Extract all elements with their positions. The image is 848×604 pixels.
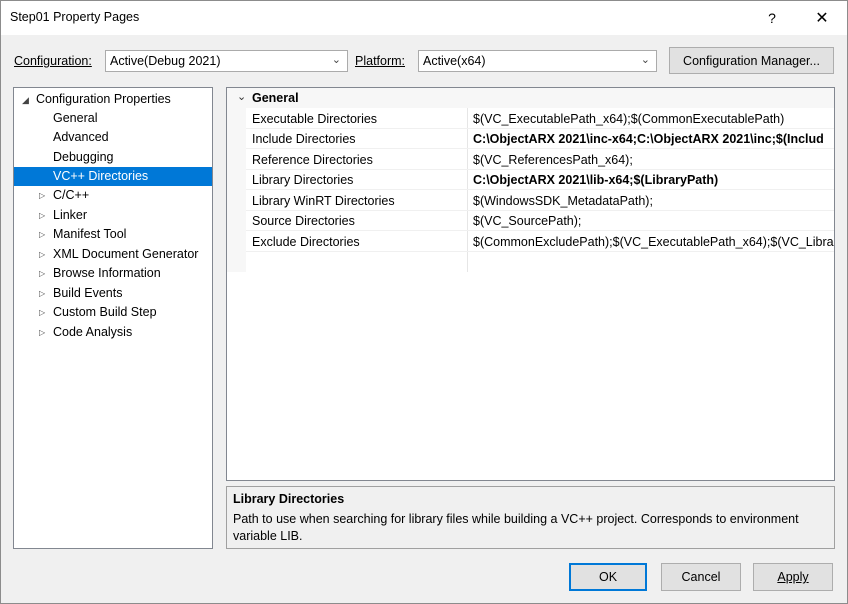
tree-item-configuration-properties[interactable]: ◢ Configuration Properties xyxy=(14,90,212,109)
collapsed-icon[interactable]: ▷ xyxy=(39,264,45,283)
collapsed-icon[interactable]: ▷ xyxy=(39,323,45,342)
ok-button[interactable]: OK xyxy=(569,563,647,591)
tree-item-debugging[interactable]: Debugging xyxy=(14,148,212,167)
property-name: Reference Directories xyxy=(252,153,373,167)
tree-item-manifest-tool[interactable]: ▷ Manifest Tool xyxy=(14,225,212,244)
tree-item-label: Configuration Properties xyxy=(36,92,171,106)
collapsed-icon[interactable]: ▷ xyxy=(39,303,45,322)
tree-item-label: Custom Build Step xyxy=(53,305,157,319)
collapsed-icon[interactable]: ▷ xyxy=(39,245,45,264)
property-grid[interactable]: ⌄ General Executable Directories $(VC_Ex… xyxy=(226,87,835,481)
property-value[interactable]: $(VC_ReferencesPath_x64); xyxy=(473,153,633,167)
tree-item-custom-build-step[interactable]: ▷ Custom Build Step xyxy=(14,303,212,322)
property-row-reference-directories[interactable]: Reference Directories $(VC_ReferencesPat… xyxy=(246,150,834,170)
property-tree[interactable]: ◢ Configuration Properties General Advan… xyxy=(13,87,213,549)
property-row-executable-directories[interactable]: Executable Directories $(VC_ExecutablePa… xyxy=(246,109,834,129)
description-title: Library Directories xyxy=(233,492,345,506)
description-panel: Library Directories Path to use when sea… xyxy=(226,486,835,549)
property-row-include-directories[interactable]: Include Directories C:\ObjectARX 2021\in… xyxy=(246,129,834,149)
chevron-down-icon: ⌄ xyxy=(331,54,341,66)
tree-item-label: Advanced xyxy=(53,130,109,144)
property-row-exclude-directories[interactable]: Exclude Directories $(CommonExcludePath)… xyxy=(246,232,834,252)
property-value[interactable]: C:\ObjectARX 2021\lib-x64;$(LibraryPath) xyxy=(473,173,718,187)
platform-value: Active(x64) xyxy=(423,54,486,68)
property-value[interactable]: $(VC_SourcePath); xyxy=(473,214,581,228)
property-pages-window: Step01 Property Pages ? ✕ Configuration:… xyxy=(0,0,848,604)
configuration-dropdown[interactable]: Active(Debug 2021) ⌄ xyxy=(105,50,348,72)
cancel-button[interactable]: Cancel xyxy=(661,563,741,591)
tree-item-vc-directories[interactable]: VC++ Directories xyxy=(14,167,212,186)
tree-item-label: Debugging xyxy=(53,150,114,164)
collapsed-icon[interactable]: ▷ xyxy=(39,186,45,205)
property-value[interactable]: $(WindowsSDK_MetadataPath); xyxy=(473,194,653,208)
category-name: General xyxy=(252,91,299,105)
grid-gutter xyxy=(227,108,246,272)
property-row-source-directories[interactable]: Source Directories $(VC_SourcePath); xyxy=(246,211,834,231)
expanded-icon[interactable]: ◢ xyxy=(22,91,29,110)
tree-item-browse-information[interactable]: ▷ Browse Information xyxy=(14,264,212,283)
tree-item-label: General xyxy=(53,111,98,125)
tree-item-label: VC++ Directories xyxy=(53,169,149,183)
tree-item-label: Linker xyxy=(53,208,88,222)
tree-item-xml-document-generator[interactable]: ▷ XML Document Generator xyxy=(14,245,212,264)
property-name: Include Directories xyxy=(252,132,356,146)
category-general[interactable]: ⌄ General xyxy=(227,88,834,108)
tree-item-label: Manifest Tool xyxy=(53,227,127,241)
tree-item-label: Build Events xyxy=(53,286,123,300)
property-name: Exclude Directories xyxy=(252,235,360,249)
tree-item-label: XML Document Generator xyxy=(53,247,199,261)
tree-item-general[interactable]: General xyxy=(14,109,212,128)
tree-item-build-events[interactable]: ▷ Build Events xyxy=(14,284,212,303)
tree-item-label: C/C++ xyxy=(53,188,90,202)
close-icon[interactable]: ✕ xyxy=(799,1,845,35)
property-value[interactable]: $(VC_ExecutablePath_x64);$(CommonExecuta… xyxy=(473,112,784,126)
help-button[interactable]: ? xyxy=(749,1,795,35)
window-title: Step01 Property Pages xyxy=(10,10,140,24)
apply-button[interactable]: Apply xyxy=(753,563,833,591)
property-value[interactable]: C:\ObjectARX 2021\inc-x64;C:\ObjectARX 2… xyxy=(473,132,824,146)
tree-item-linker[interactable]: ▷ Linker xyxy=(14,206,212,225)
tree-item-code-analysis[interactable]: ▷ Code Analysis xyxy=(14,323,212,342)
property-name: Source Directories xyxy=(252,214,355,228)
property-value[interactable]: $(CommonExcludePath);$(VC_ExecutablePath… xyxy=(473,235,834,249)
title-bar: Step01 Property Pages ? ✕ xyxy=(1,1,847,35)
property-row-library-winrt-directories[interactable]: Library WinRT Directories $(WindowsSDK_M… xyxy=(246,191,834,211)
collapsed-icon[interactable]: ▷ xyxy=(39,284,45,303)
configuration-manager-button[interactable]: Configuration Manager... xyxy=(669,47,834,74)
tree-item-label: Browse Information xyxy=(53,266,161,280)
property-name: Library Directories xyxy=(252,173,354,187)
platform-dropdown[interactable]: Active(x64) ⌄ xyxy=(418,50,657,72)
configuration-label: Configuration: xyxy=(14,54,92,68)
property-name: Executable Directories xyxy=(252,112,378,126)
tree-item-advanced[interactable]: Advanced xyxy=(14,128,212,147)
property-name: Library WinRT Directories xyxy=(252,194,395,208)
tree-item-label: Code Analysis xyxy=(53,325,133,339)
property-row-library-directories[interactable]: Library Directories C:\ObjectARX 2021\li… xyxy=(246,170,834,190)
collapsed-icon[interactable]: ▷ xyxy=(39,225,45,244)
collapsed-icon[interactable]: ▷ xyxy=(39,206,45,225)
description-text: Path to use when searching for library f… xyxy=(233,512,799,543)
configuration-value: Active(Debug 2021) xyxy=(110,54,221,68)
platform-label: Platform: xyxy=(355,54,406,68)
collapse-chevron-icon[interactable]: ⌄ xyxy=(237,90,246,103)
chevron-down-icon: ⌄ xyxy=(640,54,650,66)
tree-item-c-cpp[interactable]: ▷ C/C++ xyxy=(14,186,212,205)
